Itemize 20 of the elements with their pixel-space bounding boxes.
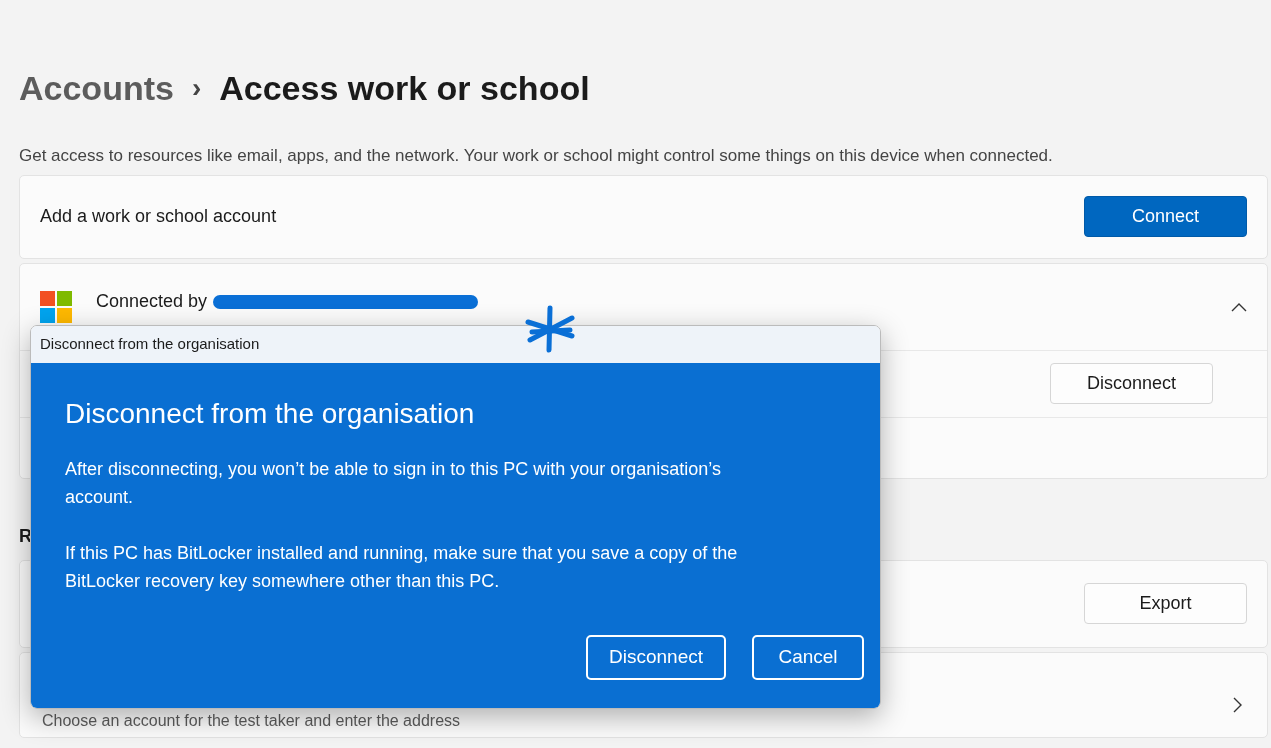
setting-label: Add a work or school account xyxy=(40,205,277,229)
dialog-title-bar: Disconnect from the organisation xyxy=(31,326,880,363)
chevron-up-icon[interactable] xyxy=(1231,301,1247,312)
disconnect-button[interactable]: Disconnect xyxy=(1050,363,1213,405)
disconnect-button[interactable]: Disconnect xyxy=(586,635,726,680)
breadcrumb-link[interactable]: Accounts xyxy=(19,70,174,108)
windows-logo-icon xyxy=(40,290,72,323)
dialog-text: After disconnecting, you won’t be able to sign in to this PC with your organisation’s account. xyxy=(65,458,723,509)
chevron-right-icon[interactable] xyxy=(1233,696,1243,713)
connect-button[interactable]: Connect xyxy=(1084,196,1247,238)
account-title: Connected by xyxy=(96,290,208,314)
setting-subtitle: Choose an account for the test taker and enter the address xyxy=(42,710,461,731)
dialog-text: If this PC has BitLocker installed and running, make sure that you save a copy of the BitLocker recovery key somewhere other than this PC. xyxy=(65,542,739,593)
page-description: Get access to resources like email, apps, and the network. Your work or school might control some things on this device when connected. xyxy=(19,145,1054,168)
cancel-button[interactable]: Cancel xyxy=(752,635,864,680)
dialog-heading: Disconnect from the organisation xyxy=(65,397,476,431)
export-button[interactable]: Export xyxy=(1084,583,1247,625)
breadcrumb-separator: › xyxy=(191,73,202,105)
asterisk-scribble-icon xyxy=(522,304,578,354)
page-title: Access work or school xyxy=(219,70,590,108)
